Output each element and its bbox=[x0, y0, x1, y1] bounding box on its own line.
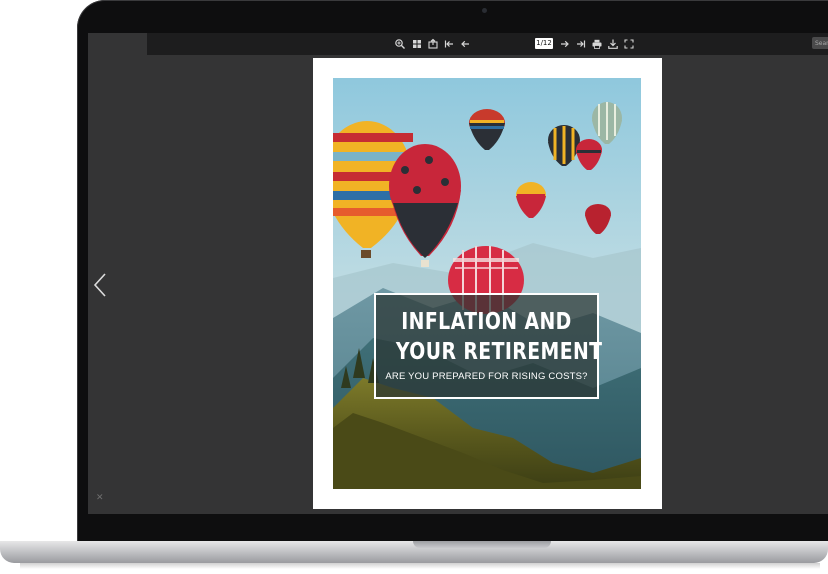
print-icon[interactable] bbox=[591, 38, 603, 50]
laptop-shadow bbox=[20, 563, 820, 569]
search-box bbox=[812, 37, 828, 49]
cover-title-box: INFLATION AND YOUR RETIREMENT ARE YOU PR… bbox=[374, 293, 603, 399]
balloon-landscape-illustration bbox=[333, 78, 641, 489]
viewer-toolbar: 1/12 bbox=[147, 33, 828, 55]
document-page: INFLATION AND YOUR RETIREMENT ARE YOU PR… bbox=[313, 58, 662, 509]
last-page-icon[interactable] bbox=[575, 38, 587, 50]
fullscreen-icon[interactable] bbox=[623, 38, 635, 50]
first-page-icon[interactable] bbox=[443, 38, 455, 50]
search-input[interactable] bbox=[815, 37, 828, 49]
close-icon[interactable]: ✕ bbox=[96, 494, 104, 503]
thumbnails-icon[interactable] bbox=[411, 38, 423, 50]
viewer-screen: 1/12 ✕ bbox=[88, 33, 828, 514]
next-page-icon[interactable] bbox=[559, 38, 571, 50]
cover-image: INFLATION AND YOUR RETIREMENT ARE YOU PR… bbox=[333, 78, 641, 489]
share-icon[interactable] bbox=[427, 38, 439, 50]
cover-subtitle: ARE YOU PREPARED FOR RISING COSTS? bbox=[385, 371, 588, 382]
previous-page-icon[interactable] bbox=[459, 38, 471, 50]
cover-title-line1: INFLATION AND bbox=[401, 309, 572, 335]
download-icon[interactable] bbox=[607, 38, 619, 50]
zoom-in-icon[interactable] bbox=[394, 38, 406, 50]
page-indicator[interactable]: 1/12 bbox=[535, 38, 553, 49]
cover-title-line2: YOUR RETIREMENT bbox=[395, 339, 603, 365]
laptop-base-notch bbox=[413, 541, 551, 548]
previous-page-arrow-icon[interactable] bbox=[91, 271, 109, 299]
webcam bbox=[482, 8, 487, 13]
